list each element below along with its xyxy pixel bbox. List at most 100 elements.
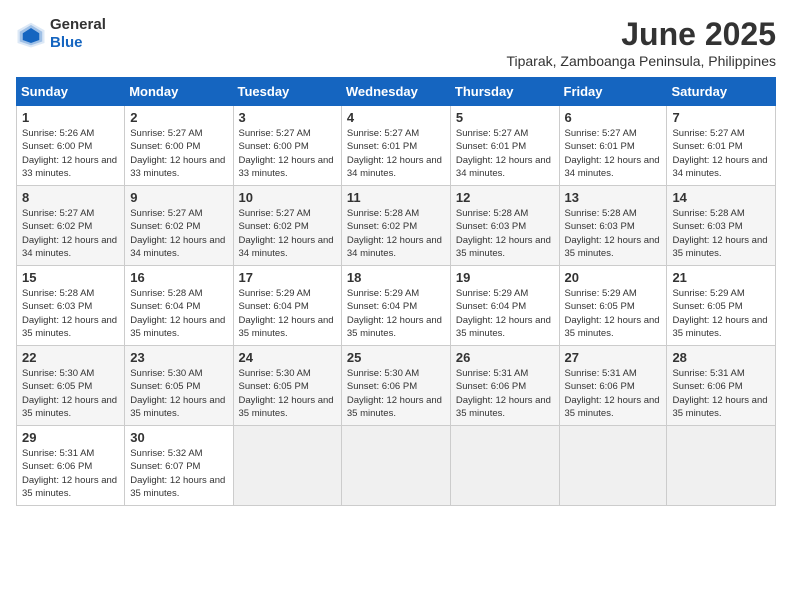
day-number: 7 xyxy=(672,110,770,125)
calendar-cell: 17 Sunrise: 5:29 AMSunset: 6:04 PMDayligh… xyxy=(233,266,341,346)
header-friday: Friday xyxy=(559,78,667,106)
day-number: 1 xyxy=(22,110,119,125)
day-info: Sunrise: 5:29 AMSunset: 6:04 PMDaylight:… xyxy=(239,288,334,339)
day-info: Sunrise: 5:31 AMSunset: 6:06 PMDaylight:… xyxy=(565,368,660,419)
day-info: Sunrise: 5:27 AMSunset: 6:01 PMDaylight:… xyxy=(456,128,551,179)
calendar-cell: 1 Sunrise: 5:26 AMSunset: 6:00 PMDaylight… xyxy=(17,106,125,186)
day-info: Sunrise: 5:27 AMSunset: 6:00 PMDaylight:… xyxy=(130,128,225,179)
day-info: Sunrise: 5:29 AMSunset: 6:04 PMDaylight:… xyxy=(347,288,442,339)
weekday-header-row: Sunday Monday Tuesday Wednesday Thursday… xyxy=(17,78,776,106)
calendar-cell xyxy=(341,426,450,506)
calendar-cell: 15 Sunrise: 5:28 AMSunset: 6:03 PMDayligh… xyxy=(17,266,125,346)
day-number: 25 xyxy=(347,350,445,365)
calendar: Sunday Monday Tuesday Wednesday Thursday… xyxy=(16,77,776,506)
day-info: Sunrise: 5:27 AMSunset: 6:01 PMDaylight:… xyxy=(565,128,660,179)
day-number: 4 xyxy=(347,110,445,125)
logo-icon xyxy=(16,19,46,49)
calendar-cell: 28Sunrise: 5:31 AMSunset: 6:06 PMDayligh… xyxy=(667,346,776,426)
logo-blue: Blue xyxy=(50,34,106,52)
day-info: Sunrise: 5:29 AMSunset: 6:05 PMDaylight:… xyxy=(672,288,767,339)
day-number: 11 xyxy=(347,190,445,205)
day-info: Sunrise: 5:28 AMSunset: 6:02 PMDaylight:… xyxy=(347,208,442,259)
header-sunday: Sunday xyxy=(17,78,125,106)
header-wednesday: Wednesday xyxy=(341,78,450,106)
day-number: 18 xyxy=(347,270,445,285)
day-info: Sunrise: 5:29 AMSunset: 6:04 PMDaylight:… xyxy=(456,288,551,339)
day-number: 3 xyxy=(239,110,336,125)
calendar-cell: 23Sunrise: 5:30 AMSunset: 6:05 PMDayligh… xyxy=(125,346,233,426)
day-info: Sunrise: 5:29 AMSunset: 6:05 PMDaylight:… xyxy=(565,288,660,339)
day-info: Sunrise: 5:30 AMSunset: 6:05 PMDaylight:… xyxy=(130,368,225,419)
calendar-row: 15 Sunrise: 5:28 AMSunset: 6:03 PMDayligh… xyxy=(17,266,776,346)
day-info: Sunrise: 5:26 AMSunset: 6:00 PMDaylight:… xyxy=(22,128,117,179)
calendar-cell: 11 Sunrise: 5:28 AMSunset: 6:02 PMDayligh… xyxy=(341,186,450,266)
calendar-row: 29 Sunrise: 5:31 AMSunset: 6:06 PMDayligh… xyxy=(17,426,776,506)
calendar-cell: 13 Sunrise: 5:28 AMSunset: 6:03 PMDayligh… xyxy=(559,186,667,266)
day-number: 5 xyxy=(456,110,554,125)
day-info: Sunrise: 5:27 AMSunset: 6:00 PMDaylight:… xyxy=(239,128,334,179)
day-info: Sunrise: 5:30 AMSunset: 6:05 PMDaylight:… xyxy=(239,368,334,419)
day-info: Sunrise: 5:30 AMSunset: 6:05 PMDaylight:… xyxy=(22,368,117,419)
logo-general: General xyxy=(50,16,106,34)
day-info: Sunrise: 5:27 AMSunset: 6:02 PMDaylight:… xyxy=(22,208,117,259)
day-number: 2 xyxy=(130,110,227,125)
day-number: 29 xyxy=(22,430,119,445)
day-number: 21 xyxy=(672,270,770,285)
calendar-row: 22Sunrise: 5:30 AMSunset: 6:05 PMDayligh… xyxy=(17,346,776,426)
day-number: 9 xyxy=(130,190,227,205)
calendar-cell: 30 Sunrise: 5:32 AMSunset: 6:07 PMDayligh… xyxy=(125,426,233,506)
header-monday: Monday xyxy=(125,78,233,106)
day-number: 20 xyxy=(565,270,662,285)
day-number: 13 xyxy=(565,190,662,205)
calendar-cell: 27 Sunrise: 5:31 AMSunset: 6:06 PMDayligh… xyxy=(559,346,667,426)
calendar-cell: 29 Sunrise: 5:31 AMSunset: 6:06 PMDayligh… xyxy=(17,426,125,506)
calendar-cell: 25 Sunrise: 5:30 AMSunset: 6:06 PMDayligh… xyxy=(341,346,450,426)
day-number: 15 xyxy=(22,270,119,285)
logo-text-block: General Blue xyxy=(50,16,106,52)
calendar-row: 1 Sunrise: 5:26 AMSunset: 6:00 PMDaylight… xyxy=(17,106,776,186)
calendar-cell: 20 Sunrise: 5:29 AMSunset: 6:05 PMDayligh… xyxy=(559,266,667,346)
day-number: 10 xyxy=(239,190,336,205)
day-number: 19 xyxy=(456,270,554,285)
calendar-cell: 2 Sunrise: 5:27 AMSunset: 6:00 PMDaylight… xyxy=(125,106,233,186)
day-info: Sunrise: 5:28 AMSunset: 6:03 PMDaylight:… xyxy=(456,208,551,259)
day-number: 14 xyxy=(672,190,770,205)
logo: General Blue xyxy=(16,16,106,52)
day-number: 26 xyxy=(456,350,554,365)
calendar-cell: 26Sunrise: 5:31 AMSunset: 6:06 PMDayligh… xyxy=(450,346,559,426)
calendar-cell: 7Sunrise: 5:27 AMSunset: 6:01 PMDaylight… xyxy=(667,106,776,186)
day-info: Sunrise: 5:27 AMSunset: 6:02 PMDaylight:… xyxy=(130,208,225,259)
day-info: Sunrise: 5:28 AMSunset: 6:04 PMDaylight:… xyxy=(130,288,225,339)
calendar-cell: 4Sunrise: 5:27 AMSunset: 6:01 PMDaylight… xyxy=(341,106,450,186)
day-info: Sunrise: 5:31 AMSunset: 6:06 PMDaylight:… xyxy=(672,368,767,419)
day-info: Sunrise: 5:28 AMSunset: 6:03 PMDaylight:… xyxy=(22,288,117,339)
calendar-cell: 21 Sunrise: 5:29 AMSunset: 6:05 PMDayligh… xyxy=(667,266,776,346)
calendar-cell xyxy=(450,426,559,506)
calendar-cell xyxy=(667,426,776,506)
month-year: June 2025 xyxy=(506,16,776,53)
calendar-cell: 8Sunrise: 5:27 AMSunset: 6:02 PMDaylight… xyxy=(17,186,125,266)
calendar-cell: 9 Sunrise: 5:27 AMSunset: 6:02 PMDaylight… xyxy=(125,186,233,266)
day-info: Sunrise: 5:28 AMSunset: 6:03 PMDaylight:… xyxy=(672,208,767,259)
calendar-cell: 22Sunrise: 5:30 AMSunset: 6:05 PMDayligh… xyxy=(17,346,125,426)
day-info: Sunrise: 5:31 AMSunset: 6:06 PMDaylight:… xyxy=(22,448,117,499)
day-number: 17 xyxy=(239,270,336,285)
day-number: 27 xyxy=(565,350,662,365)
day-number: 24 xyxy=(239,350,336,365)
day-number: 12 xyxy=(456,190,554,205)
day-number: 30 xyxy=(130,430,227,445)
location: Tiparak, Zamboanga Peninsula, Philippine… xyxy=(506,53,776,69)
calendar-cell: 16 Sunrise: 5:28 AMSunset: 6:04 PMDayligh… xyxy=(125,266,233,346)
day-info: Sunrise: 5:27 AMSunset: 6:02 PMDaylight:… xyxy=(239,208,334,259)
calendar-cell: 5 Sunrise: 5:27 AMSunset: 6:01 PMDaylight… xyxy=(450,106,559,186)
day-info: Sunrise: 5:28 AMSunset: 6:03 PMDaylight:… xyxy=(565,208,660,259)
calendar-cell xyxy=(559,426,667,506)
header-tuesday: Tuesday xyxy=(233,78,341,106)
day-info: Sunrise: 5:32 AMSunset: 6:07 PMDaylight:… xyxy=(130,448,225,499)
calendar-cell: 14 Sunrise: 5:28 AMSunset: 6:03 PMDayligh… xyxy=(667,186,776,266)
day-info: Sunrise: 5:30 AMSunset: 6:06 PMDaylight:… xyxy=(347,368,442,419)
header-saturday: Saturday xyxy=(667,78,776,106)
header-thursday: Thursday xyxy=(450,78,559,106)
day-number: 16 xyxy=(130,270,227,285)
calendar-cell: 12 Sunrise: 5:28 AMSunset: 6:03 PMDayligh… xyxy=(450,186,559,266)
